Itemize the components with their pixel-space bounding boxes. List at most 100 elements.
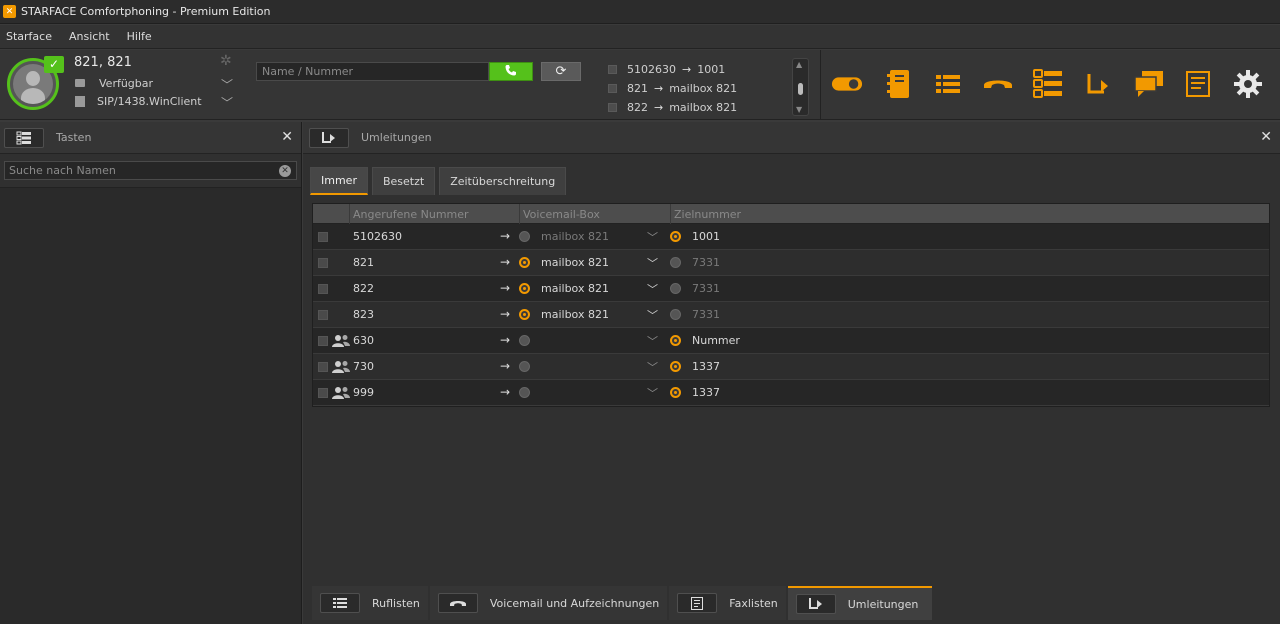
scroll-up-icon[interactable]: ▲ (796, 60, 802, 69)
user-device[interactable]: SIP/1438.WinClient (97, 95, 202, 108)
bottom-tab-faxlisten[interactable]: Faxlisten (669, 586, 786, 620)
bottom-tab-voicemail[interactable]: Voicemail und Aufzeichnungen (429, 586, 668, 620)
list-icon[interactable] (932, 69, 964, 99)
bottom-tab-ruflisten[interactable]: Ruflisten (312, 586, 428, 620)
target-radio[interactable] (670, 335, 681, 346)
target-radio[interactable] (670, 283, 681, 294)
tab-besetzt[interactable]: Besetzt (371, 167, 436, 195)
row-checkbox[interactable] (318, 362, 328, 372)
mailbox-chevron-down-icon[interactable]: ﹀ (647, 307, 658, 323)
call-button[interactable] (489, 62, 533, 81)
voicemail-radio[interactable] (519, 361, 530, 372)
tab-zeitueberschreitung[interactable]: Zeitüberschreitung (439, 167, 567, 195)
mailbox-select-value[interactable]: mailbox 821 (541, 308, 609, 321)
tasten-panel-button[interactable] (4, 127, 44, 148)
column-voicemail-box[interactable]: Voicemail-Box (523, 208, 600, 221)
target-number[interactable]: 1001 (692, 230, 720, 243)
mailbox-chevron-down-icon[interactable]: ﹀ (647, 359, 658, 375)
table-row[interactable]: 821 → mailbox 821 ﹀ 7331 (313, 250, 1269, 276)
status-chevron-down-icon[interactable]: ﹀ (221, 76, 233, 93)
table-row[interactable]: 823 → mailbox 821 ﹀ 7331 (313, 302, 1269, 328)
target-radio[interactable] (670, 257, 681, 268)
summary-scrollbar[interactable]: ▲ ▼ (792, 58, 809, 116)
scroll-thumb[interactable] (798, 83, 803, 95)
table-row[interactable]: 5102630 → mailbox 821 ﹀ 1001 (313, 224, 1269, 250)
voicemail-radio[interactable] (519, 283, 530, 294)
clear-search-icon[interactable]: ✕ (279, 165, 291, 177)
voicemail-radio[interactable] (519, 231, 530, 242)
table-row[interactable]: 999 → ﹀ 1337 (313, 380, 1269, 406)
summary-line: 822 → mailbox 821 (608, 98, 737, 117)
mailbox-select-value[interactable]: mailbox 821 (541, 282, 609, 295)
row-checkbox[interactable] (318, 336, 328, 346)
row-checkbox[interactable] (318, 388, 328, 398)
close-icon[interactable]: ✕ (1260, 129, 1272, 145)
menu-starface[interactable]: Starface (6, 30, 52, 43)
row-checkbox[interactable] (318, 258, 328, 268)
close-icon[interactable]: ✕ (281, 129, 293, 145)
fax-icon[interactable] (1182, 69, 1214, 99)
redirect-icon[interactable] (1083, 69, 1115, 99)
target-radio[interactable] (670, 231, 681, 242)
target-number[interactable]: 1337 (692, 360, 720, 373)
voicemail-radio[interactable] (519, 335, 530, 346)
group-users-icon (332, 335, 350, 347)
row-checkbox[interactable] (318, 232, 328, 242)
target-number[interactable]: 7331 (692, 256, 720, 269)
table-row[interactable]: 630 → ﹀ Nummer (313, 328, 1269, 354)
mailbox-chevron-down-icon[interactable]: ﹀ (647, 229, 658, 245)
mailbox-chevron-down-icon[interactable]: ﹀ (647, 281, 658, 297)
target-radio[interactable] (670, 361, 681, 372)
summary-from: 5102630 (627, 63, 676, 76)
menu-hilfe[interactable]: Hilfe (127, 30, 152, 43)
voicemail-radio[interactable] (519, 257, 530, 268)
refresh-button[interactable]: ⟳ (541, 62, 581, 81)
target-number[interactable]: 1337 (692, 386, 720, 399)
voicemail-radio[interactable] (519, 387, 530, 398)
search-input[interactable] (4, 161, 297, 180)
list-icon (320, 593, 360, 613)
target-number[interactable]: 7331 (692, 282, 720, 295)
phone-icon (505, 65, 516, 76)
mailbox-chevron-down-icon[interactable]: ﹀ (647, 255, 658, 271)
buttons-list-icon[interactable] (1032, 69, 1064, 99)
redirect-table: Angerufene Nummer Voicemail-Box Zielnumm… (312, 203, 1270, 407)
row-checkbox[interactable] (318, 310, 328, 320)
column-angerufene-nummer[interactable]: Angerufene Nummer (353, 208, 469, 221)
scroll-down-icon[interactable]: ▼ (796, 105, 802, 114)
called-number: 823 (353, 308, 374, 321)
bottom-tab-bar: Ruflisten Voicemail und Aufzeichnungen F… (312, 586, 934, 620)
user-settings-icon[interactable]: ✲ (220, 53, 232, 69)
table-row[interactable]: 730 → ﹀ 1337 (313, 354, 1269, 380)
column-zielnummer[interactable]: Zielnummer (674, 208, 741, 221)
umleitungen-panel-button[interactable] (309, 127, 349, 148)
mailbox-select-value[interactable]: mailbox 821 (541, 256, 609, 269)
contacts-icon[interactable] (881, 69, 913, 99)
fax-icon (677, 593, 718, 613)
tab-immer[interactable]: Immer (310, 167, 368, 195)
menu-ansicht[interactable]: Ansicht (69, 30, 110, 43)
table-row[interactable]: 822 → mailbox 821 ﹀ 7331 (313, 276, 1269, 302)
chat-icon[interactable] (1133, 69, 1165, 99)
user-status[interactable]: Verfügbar (99, 77, 153, 90)
target-number[interactable]: 7331 (692, 308, 720, 321)
called-number: 730 (353, 360, 374, 373)
device-chevron-down-icon[interactable]: ﹀ (221, 94, 233, 111)
toggle-icon[interactable] (831, 69, 863, 99)
column-divider (349, 204, 350, 224)
settings-gear-icon[interactable] (1232, 69, 1264, 99)
arrow-right-icon: → (500, 359, 511, 373)
target-radio[interactable] (670, 387, 681, 398)
refresh-icon: ⟳ (555, 64, 567, 79)
voicemail-radio[interactable] (519, 309, 530, 320)
target-number[interactable]: Nummer (692, 334, 740, 347)
mailbox-chevron-down-icon[interactable]: ﹀ (647, 333, 658, 349)
umleitungen-panel-title: Umleitungen (361, 131, 432, 144)
row-checkbox[interactable] (318, 284, 328, 294)
mailbox-select-value[interactable]: mailbox 821 (541, 230, 609, 243)
dial-input[interactable] (256, 62, 489, 81)
phone-hangup-icon[interactable] (982, 69, 1014, 99)
target-radio[interactable] (670, 309, 681, 320)
mailbox-chevron-down-icon[interactable]: ﹀ (647, 385, 658, 401)
bottom-tab-umleitungen[interactable]: Umleitungen (787, 586, 933, 620)
